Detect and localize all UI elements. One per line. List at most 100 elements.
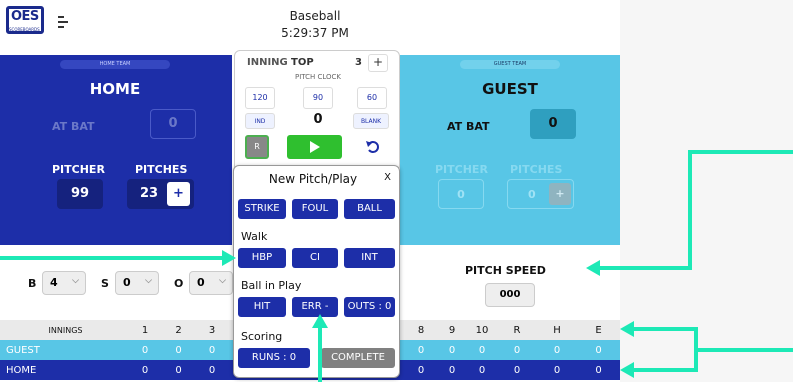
score-cell[interactable]: 0 bbox=[497, 360, 537, 380]
score-cell[interactable]: 0 bbox=[405, 340, 437, 360]
chevron-down-icon: ⌵ bbox=[72, 276, 79, 286]
row-team-name: GUEST bbox=[0, 340, 125, 360]
outs-label: O bbox=[174, 277, 184, 290]
guest-pitches-plus-button[interactable]: + bbox=[549, 183, 571, 205]
hits-col: H bbox=[537, 320, 577, 340]
inning-half[interactable]: TOP bbox=[291, 57, 314, 68]
inning-number: 3 bbox=[355, 57, 362, 68]
inning-col-2: 2 bbox=[165, 320, 192, 340]
menu-icon[interactable] bbox=[58, 16, 68, 28]
clock-start-button[interactable] bbox=[287, 135, 342, 159]
right-margin bbox=[620, 0, 793, 382]
arrowhead-error bbox=[312, 314, 328, 328]
score-cell[interactable]: 0 bbox=[192, 360, 232, 380]
score-cell[interactable]: 0 bbox=[467, 340, 497, 360]
strikes-value: 0 bbox=[123, 276, 131, 289]
close-button[interactable]: X bbox=[384, 172, 391, 183]
balls-select[interactable]: 4 ⌵ bbox=[42, 271, 86, 295]
play-icon bbox=[310, 141, 320, 153]
guest-team-name[interactable]: GUEST bbox=[455, 80, 565, 98]
annotation-arrow-walk bbox=[0, 256, 232, 260]
errors-col: E bbox=[577, 320, 620, 340]
ci-button[interactable]: CI bbox=[292, 248, 338, 268]
guest-team-tag: GUEST TEAM bbox=[460, 60, 560, 69]
clock-ind-button[interactable]: IND bbox=[245, 113, 275, 129]
annotation-line-speed bbox=[597, 266, 692, 270]
home-pitches-box: 23 + bbox=[127, 179, 194, 209]
clock-time: 5:29:37 PM bbox=[281, 26, 349, 40]
annotation-line-table-bottom bbox=[630, 368, 696, 372]
ball-button[interactable]: BALL bbox=[344, 199, 395, 219]
complete-button[interactable]: COMPLETE bbox=[321, 348, 395, 368]
score-cell[interactable]: 0 bbox=[125, 340, 165, 360]
inning-label: INNING bbox=[247, 57, 288, 68]
score-cell[interactable]: 0 bbox=[165, 340, 192, 360]
inning-col-3: 3 bbox=[192, 320, 232, 340]
clock-preset-90[interactable]: 90 bbox=[303, 87, 333, 109]
score-cell[interactable]: 0 bbox=[125, 360, 165, 380]
guest-pitches-label: PITCHES bbox=[510, 163, 563, 176]
ball-in-play-section-label: Ball in Play bbox=[241, 279, 302, 292]
clock-preset-60[interactable]: 60 bbox=[357, 87, 387, 109]
outs-button[interactable]: OUTS : 0 bbox=[344, 297, 395, 317]
hit-button[interactable]: HIT bbox=[238, 297, 286, 317]
chevron-down-icon: ⌵ bbox=[145, 276, 152, 286]
walk-section-label: Walk bbox=[241, 230, 268, 243]
guest-pitches-count: 0 bbox=[528, 188, 536, 201]
sport-title: Baseball bbox=[289, 9, 341, 23]
logo-subtext: SCOREBOARDS bbox=[9, 27, 40, 32]
dialog-title: New Pitch/Play bbox=[268, 172, 358, 186]
guest-pitcher-label: PITCHER bbox=[435, 163, 488, 176]
clock-blank-button[interactable]: BLANK bbox=[353, 113, 389, 129]
annotation-line-table-top bbox=[630, 327, 696, 331]
home-pitches-count: 23 bbox=[140, 186, 159, 201]
annotation-line-speed-vertical bbox=[688, 150, 692, 270]
home-at-bat-value[interactable]: 0 bbox=[150, 109, 196, 139]
balls-label: B bbox=[28, 277, 37, 290]
guest-pitcher-number[interactable]: 0 bbox=[438, 179, 484, 209]
outs-select[interactable]: 0 ⌵ bbox=[189, 271, 233, 295]
pitch-speed-value[interactable]: 000 bbox=[485, 283, 535, 307]
score-cell[interactable]: 0 bbox=[165, 360, 192, 380]
home-pitches-label: PITCHES bbox=[135, 163, 188, 176]
guest-pitches-box: 0 + bbox=[507, 179, 574, 209]
score-cell[interactable]: 0 bbox=[467, 360, 497, 380]
score-cell[interactable]: 0 bbox=[497, 340, 537, 360]
score-cell[interactable]: 0 bbox=[577, 340, 620, 360]
clock-reset-button[interactable]: R bbox=[245, 135, 269, 159]
page-title: Baseball 5:29:37 PM bbox=[230, 8, 400, 42]
home-team-name[interactable]: HOME bbox=[60, 80, 170, 98]
scoring-section-label: Scoring bbox=[241, 330, 283, 343]
score-cell[interactable]: 0 bbox=[192, 340, 232, 360]
clock-preset-120[interactable]: 120 bbox=[245, 87, 275, 109]
arrowhead-table-bottom bbox=[620, 362, 634, 378]
hbp-button[interactable]: HBP bbox=[238, 248, 286, 268]
strike-button[interactable]: STRIKE bbox=[238, 199, 286, 219]
score-cell[interactable]: 0 bbox=[537, 340, 577, 360]
guest-team-panel: GUEST TEAM GUEST AT BAT 0 PITCHER PITCHE… bbox=[400, 55, 620, 245]
runs-button[interactable]: RUNS : 0 bbox=[238, 348, 310, 368]
undo-icon[interactable] bbox=[363, 137, 383, 157]
home-pitcher-label: PITCHER bbox=[52, 163, 105, 176]
guest-at-bat-value[interactable]: 0 bbox=[530, 109, 576, 139]
home-pitches-plus-button[interactable]: + bbox=[167, 182, 190, 206]
home-pitcher-number[interactable]: 99 bbox=[57, 179, 103, 209]
score-cell[interactable]: 0 bbox=[577, 360, 620, 380]
inning-col-1: 1 bbox=[125, 320, 165, 340]
row-team-name: HOME bbox=[0, 360, 125, 380]
score-cell[interactable]: 0 bbox=[537, 360, 577, 380]
inning-col-10: 10 bbox=[467, 320, 497, 340]
strikes-select[interactable]: 0 ⌵ bbox=[115, 271, 159, 295]
foul-button[interactable]: FOUL bbox=[292, 199, 338, 219]
chevron-down-icon: ⌵ bbox=[219, 276, 226, 286]
scoreboard-app: OES SCOREBOARDS Baseball 5:29:37 PM HOME… bbox=[0, 0, 793, 382]
score-cell[interactable]: 0 bbox=[437, 360, 467, 380]
inning-plus-button[interactable]: + bbox=[368, 54, 388, 72]
int-button[interactable]: INT bbox=[344, 248, 395, 268]
arrowhead-table-top bbox=[620, 321, 634, 337]
score-cell[interactable]: 0 bbox=[437, 340, 467, 360]
annotation-line-speed-top bbox=[690, 150, 793, 154]
score-cell[interactable]: 0 bbox=[405, 360, 437, 380]
home-team-panel: HOME TEAM HOME AT BAT 0 PITCHER PITCHES … bbox=[0, 55, 232, 245]
home-at-bat-label: AT BAT bbox=[52, 120, 95, 133]
